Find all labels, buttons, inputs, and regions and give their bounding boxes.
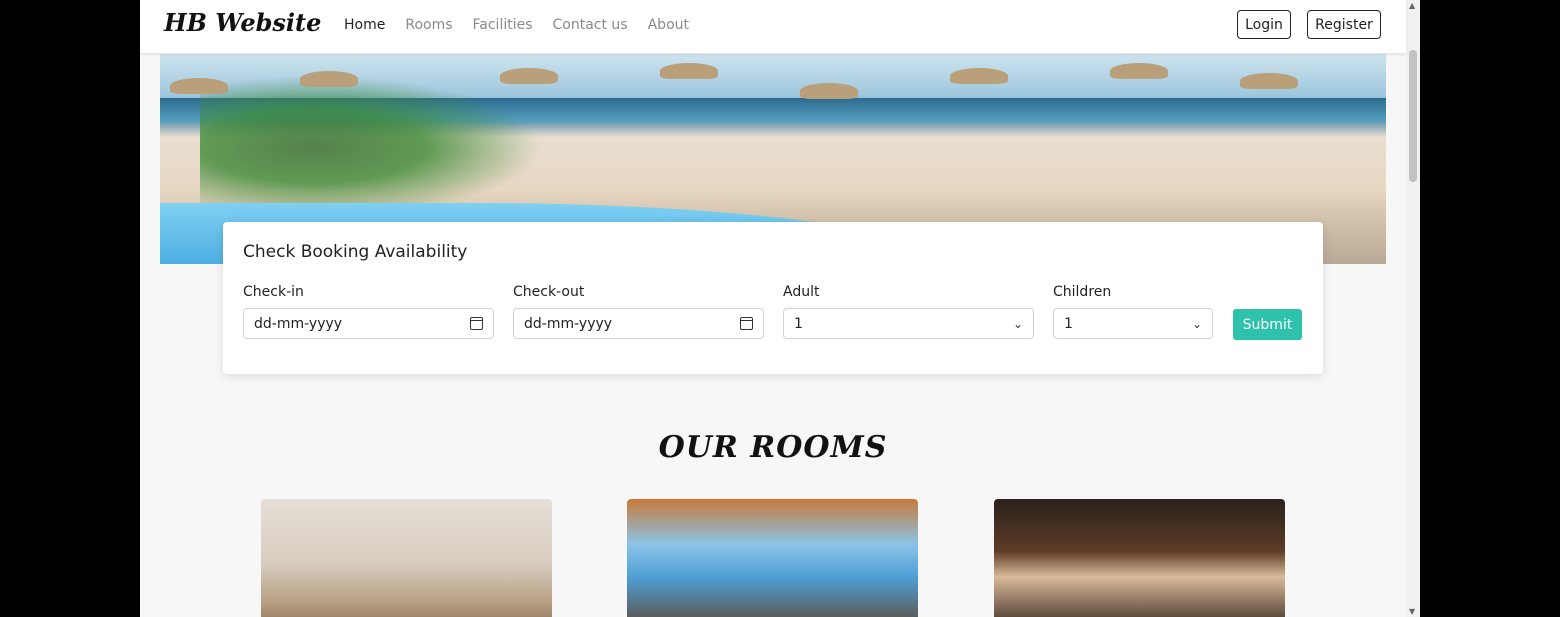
scroll-down-arrow-icon[interactable]: ▼ [1409,607,1415,616]
top-navbar: HB Website Home Rooms Facilities Contact… [140,0,1406,54]
umbrella [1240,73,1298,89]
children-label: Children [1053,284,1112,300]
children-select[interactable]: 1 ⌄ [1053,308,1213,339]
umbrella [800,83,858,99]
nav-contact[interactable]: Contact us [553,17,628,33]
submit-button[interactable]: Submit [1233,309,1302,340]
umbrella [950,68,1008,84]
vertical-scrollbar[interactable]: ▲ ▼ [1406,0,1420,617]
room-image-2[interactable] [627,499,918,617]
room-image-1[interactable] [261,499,552,617]
checkout-value: dd-mm-yyyy [524,315,613,332]
umbrella [660,63,718,79]
scroll-up-arrow-icon[interactable]: ▲ [1409,1,1415,10]
checkin-value: dd-mm-yyyy [254,315,343,332]
umbrella [170,78,228,94]
login-button[interactable]: Login [1237,10,1291,39]
children-value: 1 [1064,315,1073,332]
calendar-icon[interactable] [740,317,753,330]
browser-viewport: HB Website Home Rooms Facilities Contact… [140,0,1420,617]
checkout-label: Check-out [513,284,585,300]
booking-availability-card: Check Booking Availability Check-in dd-m… [223,222,1323,374]
nav-facilities[interactable]: Facilities [473,17,533,33]
chevron-down-icon: ⌄ [1012,316,1023,331]
umbrella [500,68,558,84]
umbrella [300,71,358,87]
our-rooms-heading: OUR ROOMS [658,430,888,465]
nav-about[interactable]: About [648,17,689,33]
checkin-date-input[interactable]: dd-mm-yyyy [243,308,494,339]
calendar-icon[interactable] [470,317,483,330]
booking-title: Check Booking Availability [243,242,468,262]
nav-rooms[interactable]: Rooms [405,17,452,33]
adult-label: Adult [783,284,820,300]
nav-home[interactable]: Home [344,17,385,33]
scroll-thumb[interactable] [1409,50,1417,182]
chevron-down-icon: ⌄ [1191,316,1202,331]
adult-value: 1 [794,315,803,332]
checkin-label: Check-in [243,284,304,300]
checkout-date-input[interactable]: dd-mm-yyyy [513,308,764,339]
brand-logo[interactable]: HB Website [164,8,321,37]
room-image-3[interactable] [994,499,1285,617]
main-nav: Home Rooms Facilities Contact us About [344,17,689,33]
register-button[interactable]: Register [1307,10,1381,39]
umbrella [1110,63,1168,79]
adult-select[interactable]: 1 ⌄ [783,308,1034,339]
hero-palm-trees [200,63,580,203]
